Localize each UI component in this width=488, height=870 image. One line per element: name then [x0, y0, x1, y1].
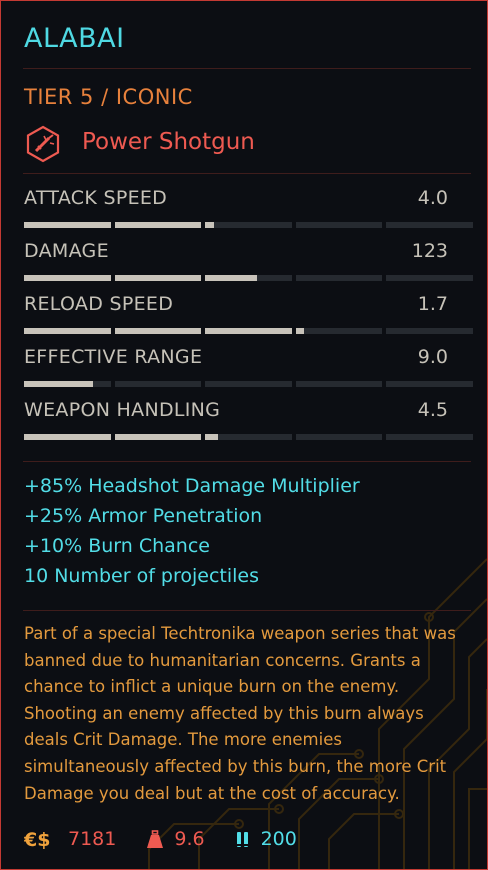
price-value: 7181 — [68, 828, 117, 850]
item-name: ALABAI — [24, 23, 125, 54]
stat-bar-segment — [114, 222, 201, 228]
stat-bar-segment — [24, 328, 111, 334]
stat-bar — [24, 275, 473, 281]
item-description: Part of a special Techtronika weapon ser… — [24, 624, 456, 803]
weight-value: 9.6 — [174, 828, 205, 850]
stat-bar-fill — [114, 222, 201, 228]
stat-bar-segment — [295, 222, 382, 228]
divider — [23, 461, 471, 462]
stat-bar-segment — [295, 381, 382, 387]
stat-bar-fill — [114, 434, 201, 440]
stat-value: 123 — [411, 240, 448, 262]
stat-bar-segment — [114, 275, 201, 281]
stat-value: 4.5 — [417, 399, 448, 421]
weapon-type: Power Shotgun — [82, 129, 255, 155]
item-tier: TIER 5 / ICONIC — [24, 85, 193, 109]
stat-bar-segment — [295, 434, 382, 440]
stat-bar-segment — [386, 222, 473, 228]
stat-bar-segment — [295, 275, 382, 281]
stat-bar — [24, 434, 473, 440]
stat-bar-segment — [114, 328, 201, 334]
stat-bar — [24, 381, 473, 387]
stat-bar-fill — [24, 275, 111, 281]
stat-bar — [24, 328, 473, 334]
stat-label: EFFECTIVE RANGE — [24, 346, 203, 368]
stat-bar-fill — [24, 381, 94, 387]
stat-bar-fill — [205, 434, 218, 440]
stat-bar-fill — [295, 328, 305, 334]
stat-value: 1.7 — [417, 293, 448, 315]
stat-bar-segment — [24, 381, 111, 387]
stat-bar-fill — [24, 434, 111, 440]
stat-label: DAMAGE — [24, 240, 109, 262]
modifier-item: +85% Headshot Damage Multiplier — [24, 475, 360, 497]
divider — [23, 610, 471, 611]
stat-label: RELOAD SPEED — [24, 293, 174, 315]
stat-bar-segment — [386, 328, 473, 334]
divider — [23, 68, 471, 69]
divider — [23, 173, 471, 174]
stat-bar-segment — [386, 434, 473, 440]
stat-bar-segment — [205, 434, 292, 440]
stat-bar-segment — [24, 434, 111, 440]
stat-bar-fill — [114, 328, 201, 334]
stat-bar-segment — [295, 328, 382, 334]
stat-label: ATTACK SPEED — [24, 187, 168, 209]
stat-bar-segment — [114, 381, 201, 387]
stat-row: ATTACK SPEED 4.0 — [24, 187, 473, 228]
stat-bar-segment — [386, 275, 473, 281]
stat-bar-fill — [205, 275, 257, 281]
power-shotgun-icon — [26, 125, 60, 163]
stat-row: RELOAD SPEED 1.7 — [24, 293, 473, 334]
modifier-item: +25% Armor Penetration — [24, 505, 263, 527]
stat-value: 4.0 — [417, 187, 448, 209]
stat-bar-fill — [114, 275, 201, 281]
modifiers-list: +85% Headshot Damage Multiplier +25% Arm… — [24, 471, 360, 591]
stat-bar-fill — [24, 328, 111, 334]
item-footer: €$ 7181 9.6 200 — [24, 824, 327, 854]
stat-value: 9.0 — [417, 346, 448, 368]
stat-bar-segment — [205, 222, 292, 228]
stat-bar-segment — [24, 222, 111, 228]
ammo-icon — [235, 829, 251, 849]
svg-text:€$: €$ — [24, 829, 50, 850]
stat-bar-segment — [205, 328, 292, 334]
stat-row: WEAPON HANDLING 4.5 — [24, 399, 473, 440]
eurodollar-icon: €$ — [24, 828, 58, 850]
modifier-item: 10 Number of projectiles — [24, 565, 260, 587]
stat-bar-fill — [205, 222, 214, 228]
stat-row: DAMAGE 123 — [24, 240, 473, 281]
stat-label: WEAPON HANDLING — [24, 399, 221, 421]
stat-bar-segment — [386, 381, 473, 387]
stat-bar-segment — [205, 381, 292, 387]
stat-row: EFFECTIVE RANGE 9.0 — [24, 346, 473, 387]
stat-bar — [24, 222, 473, 228]
item-tooltip: ALABAI TIER 5 / ICONIC Power Shotgun ATT… — [0, 0, 488, 870]
stat-bar-segment — [114, 434, 201, 440]
ammo-value: 200 — [260, 828, 297, 850]
weight-icon — [146, 829, 164, 849]
stat-bar-segment — [205, 275, 292, 281]
stat-bar-fill — [24, 222, 111, 228]
stat-bar-segment — [24, 275, 111, 281]
stat-bar-fill — [205, 328, 292, 334]
modifier-item: +10% Burn Chance — [24, 535, 210, 557]
